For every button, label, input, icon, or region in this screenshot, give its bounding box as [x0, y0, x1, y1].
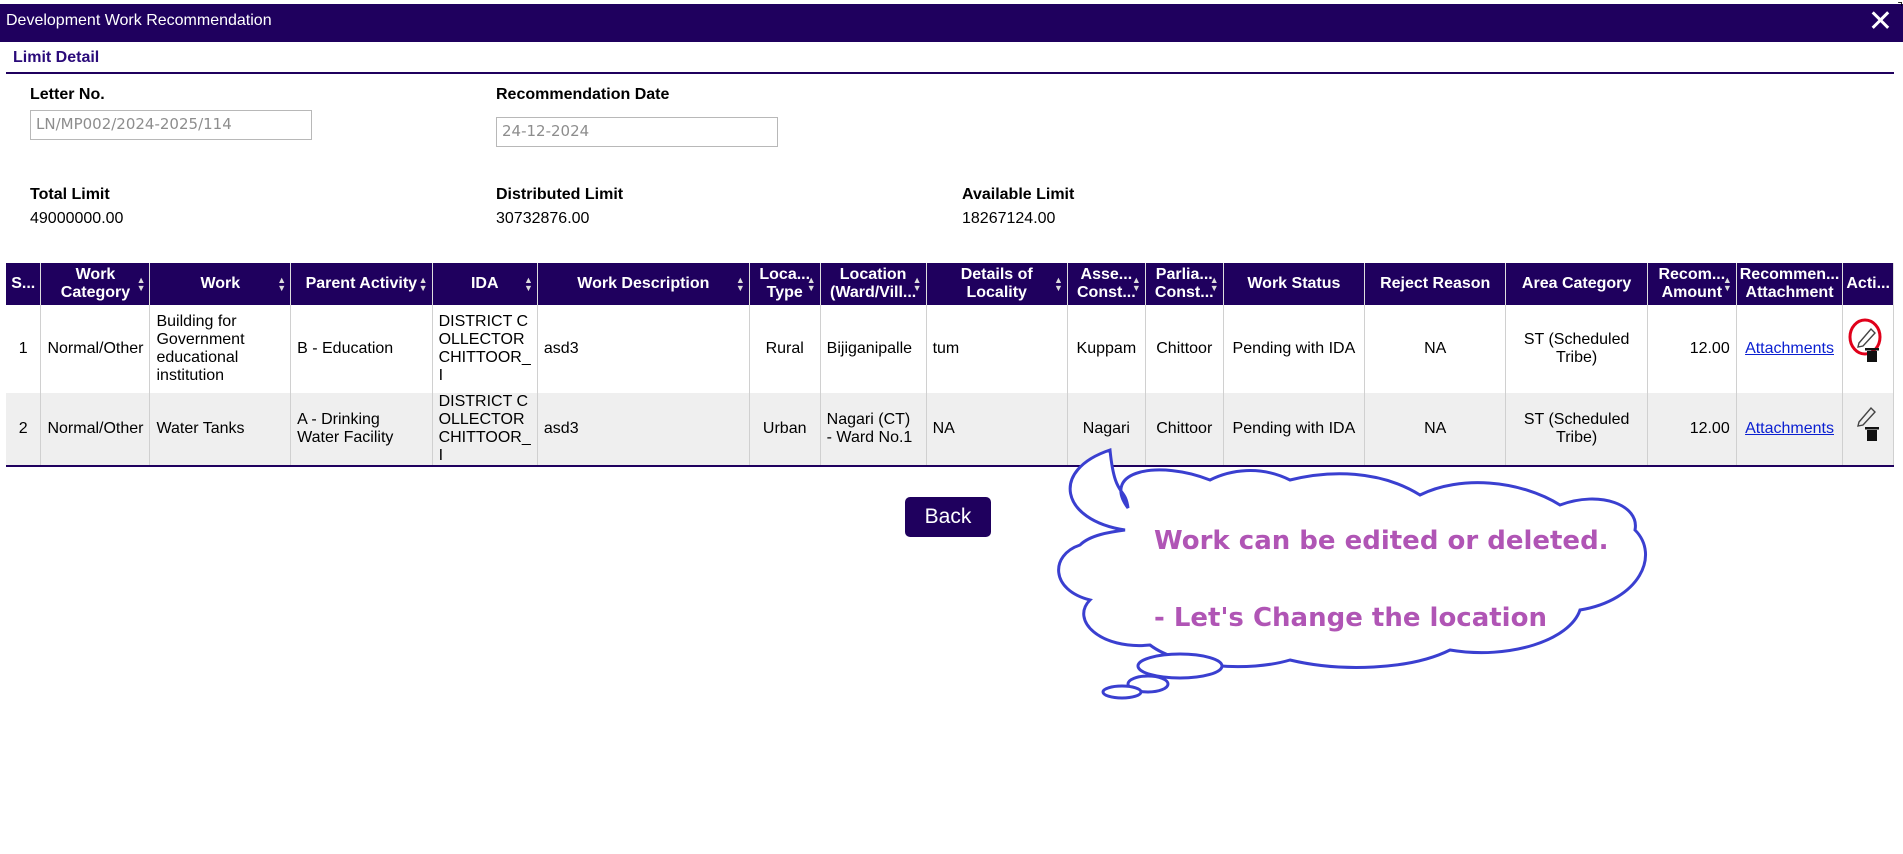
col-header-action[interactable]: Acti... — [1842, 263, 1894, 305]
recommendation-date-field[interactable]: 24-12-2024 — [496, 117, 778, 147]
pencil-icon[interactable] — [1857, 406, 1877, 427]
sort-icon[interactable]: ▲ ▼ — [913, 276, 922, 293]
cell-work: Water Tanks — [149, 393, 292, 467]
available-limit-value: 18267124.00 — [962, 210, 1056, 227]
distributed-limit-value: 30732876.00 — [496, 210, 590, 227]
col-header-area-category[interactable]: Area Category — [1505, 263, 1648, 305]
cell-sno: 1 — [6, 305, 42, 393]
cell-parliament: Chittoor — [1145, 305, 1224, 393]
close-icon[interactable]: ✕ — [1868, 6, 1893, 38]
action-icons — [1857, 406, 1880, 441]
sort-icon[interactable]: ▲ ▼ — [1210, 276, 1219, 293]
cell-assembly: Nagari — [1067, 393, 1146, 467]
section-divider — [6, 72, 1894, 74]
cell-work-description: asd3 — [537, 393, 750, 467]
cell-work-category: Normal/Other — [40, 305, 151, 393]
dialog-title: Development Work Recommendation — [6, 12, 272, 29]
cell-location-type: Rural — [749, 305, 821, 393]
sort-icon[interactable]: ▲ ▼ — [419, 276, 428, 293]
cell-area-category: ST (Scheduled Tribe) — [1505, 393, 1648, 467]
sort-icon[interactable]: ▲ ▼ — [807, 276, 816, 293]
resize-corner-icon: ⌝ — [1897, 0, 1903, 14]
col-header-assembly[interactable]: Asse... Const... ▲ ▼ — [1067, 263, 1146, 305]
cell-details-locality: NA — [926, 393, 1068, 467]
total-limit-label: Total Limit — [30, 186, 110, 203]
cell-reject-reason: NA — [1364, 393, 1507, 467]
col-header-reject-reason[interactable]: Reject Reason — [1364, 263, 1507, 305]
col-header-work-category[interactable]: Work Category ▲ ▼ — [40, 263, 151, 305]
cell-sno: 2 — [6, 393, 42, 467]
cell-work-status: Pending with IDA — [1223, 393, 1366, 467]
annotation-line-2: - Let's Change the location — [1154, 603, 1547, 633]
cell-attachment: Attachments — [1736, 393, 1844, 467]
cell-parliament: Chittoor — [1145, 393, 1224, 467]
dialog-titlebar: Development Work Recommendation ✕ — [0, 4, 1903, 42]
cell-work-description: asd3 — [537, 305, 750, 393]
cell-parent-activity: A - Drinking Water Facility — [290, 393, 433, 467]
trash-icon[interactable] — [1865, 348, 1880, 362]
sort-icon[interactable]: ▲ ▼ — [277, 276, 286, 293]
cell-rec-amount: 12.00 — [1647, 393, 1737, 467]
annotation-line-1: Work can be edited or deleted. — [1154, 526, 1609, 556]
cell-details-locality: tum — [926, 305, 1068, 393]
action-icons — [1848, 318, 1882, 362]
col-header-sno[interactable]: S... — [6, 263, 42, 305]
letter-no-label: Letter No. — [30, 86, 105, 103]
cell-assembly: Kuppam — [1067, 305, 1146, 393]
cell-ida: DISTRICT COLLECTOR CHITTOOR_I — [432, 393, 538, 467]
table-header-row: S... Work Category ▲ ▼ Work ▲ ▼ Parent Activ… — [6, 263, 1894, 305]
sort-icon[interactable]: ▲ ▼ — [1723, 276, 1732, 293]
sort-icon[interactable]: ▲ ▼ — [736, 276, 745, 293]
col-header-work-status[interactable]: Work Status — [1223, 263, 1366, 305]
cell-work: Building for Government educational inst… — [149, 305, 292, 393]
sort-icon[interactable]: ▲ ▼ — [524, 276, 533, 293]
col-header-parliament[interactable]: Parlia... Const... ▲ ▼ — [1145, 263, 1224, 305]
col-header-work-description[interactable]: Work Description ▲ ▼ — [537, 263, 750, 305]
back-button[interactable]: Back — [905, 497, 991, 537]
col-header-work[interactable]: Work ▲ ▼ — [149, 263, 292, 305]
section-title: Limit Detail — [13, 49, 100, 66]
distributed-limit-label: Distributed Limit — [496, 186, 624, 203]
cell-location: Nagari (CT) - Ward No.1 — [820, 393, 927, 467]
work-table: S... Work Category ▲ ▼ Work ▲ ▼ Parent Activ… — [6, 263, 1894, 467]
sort-icon[interactable]: ▲ ▼ — [1054, 276, 1063, 293]
trash-icon[interactable] — [1865, 427, 1880, 441]
cell-rec-amount: 12.00 — [1647, 305, 1737, 393]
cell-action — [1842, 393, 1894, 467]
total-limit-value: 49000000.00 — [30, 210, 124, 227]
recommendation-date-label: Recommendation Date — [496, 86, 670, 103]
cell-parent-activity: B - Education — [290, 305, 433, 393]
col-header-location-type[interactable]: Loca... Type ▲ ▼ — [749, 263, 821, 305]
sort-icon[interactable]: ▲ ▼ — [137, 276, 146, 293]
cell-attachment: Attachments — [1736, 305, 1844, 393]
cell-area-category: ST (Scheduled Tribe) — [1505, 305, 1648, 393]
thought-cloud-shape — [1057, 447, 1647, 700]
table-row: 1 Normal/Other Building for Government e… — [6, 305, 1894, 393]
col-header-ida[interactable]: IDA ▲ ▼ — [432, 263, 538, 305]
available-limit-label: Available Limit — [962, 186, 1075, 203]
table-row: 2 Normal/Other Water Tanks A - Drinking … — [6, 393, 1894, 467]
letter-no-field[interactable]: LN/MP002/2024-2025/114 — [30, 110, 312, 140]
col-header-rec-attachment[interactable]: Recommen... Attachment — [1736, 263, 1844, 305]
attachments-link[interactable]: Attachments — [1745, 340, 1834, 357]
cell-reject-reason: NA — [1364, 305, 1507, 393]
col-header-details-locality[interactable]: Details of Locality ▲ ▼ — [926, 263, 1068, 305]
col-header-rec-amount[interactable]: Recom... Amount ▲ ▼ — [1647, 263, 1737, 305]
cell-work-category: Normal/Other — [40, 393, 151, 467]
cell-ida: DISTRICT COLLECTOR CHITTOOR_I — [432, 305, 538, 393]
col-header-parent-activity[interactable]: Parent Activity ▲ ▼ — [290, 263, 433, 305]
cell-location: Bijiganipalle — [820, 305, 927, 393]
sort-icon[interactable]: ▲ ▼ — [1132, 276, 1141, 293]
cell-work-status: Pending with IDA — [1223, 305, 1366, 393]
pencil-icon[interactable] — [1857, 327, 1877, 348]
col-header-location[interactable]: Location (Ward/Vill... ▲ ▼ — [820, 263, 927, 305]
attachments-link[interactable]: Attachments — [1745, 420, 1834, 437]
cell-location-type: Urban — [749, 393, 821, 467]
cell-action — [1842, 305, 1894, 393]
